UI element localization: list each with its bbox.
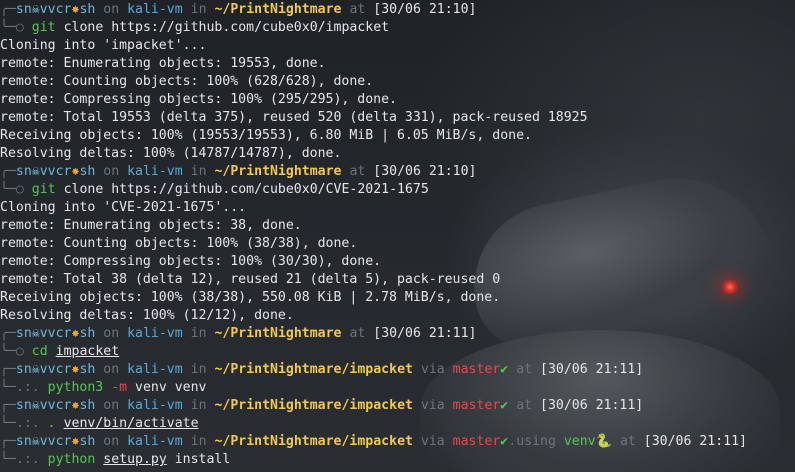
prompt-time: [30/06 21:10]	[373, 2, 477, 17]
command-line[interactable]: └─.:. python3 -m venv venv	[0, 379, 795, 397]
prompt-host: kali-vm	[127, 362, 183, 377]
prompt-time: [30/06 21:10]	[373, 164, 477, 179]
prompt-user: sn	[15, 2, 32, 17]
git-branch: master	[452, 434, 501, 449]
command-line[interactable]: └─.:. python setup.py install	[0, 451, 795, 469]
output-line: remote: Total 19553 (delta 375), reused …	[0, 110, 588, 125]
terminal-output[interactable]: ╭─sn☠vvcr✸sh on kali-vm in ~/PrintNightm…	[0, 0, 795, 469]
skull-icon: ☠	[31, 398, 40, 413]
prompt-marker: .:.	[15, 380, 40, 395]
command-args: install	[166, 452, 231, 467]
prompt-line: ╭─sn☠vvcr✸sh on kali-vm in ~/PrintNightm…	[0, 326, 477, 341]
skull-icon: ☠	[31, 164, 40, 179]
output-line: Receiving objects: 100% (38/38), 550.08 …	[0, 290, 501, 305]
snake-icon: 🐍	[595, 434, 613, 449]
prompt-path: ~/PrintNightmare/impacket	[214, 434, 413, 449]
command-line[interactable]: ╰─○ git clone https://github.com/cube0x0…	[0, 181, 795, 199]
prompt-path: ~/PrintNightmare	[214, 2, 342, 17]
prompt-line: ╭─sn☠vvcr✸sh on kali-vm in ~/PrintNightm…	[0, 164, 477, 179]
output-line: remote: Compressing objects: 100% (30/30…	[0, 254, 382, 269]
command-name: git	[31, 182, 56, 197]
prompt-user: sn	[15, 398, 32, 413]
prompt-path: ~/PrintNightmare	[214, 164, 342, 179]
git-branch: master	[452, 398, 501, 413]
skull-icon: ☠	[31, 2, 40, 17]
prompt-marker: ○	[15, 344, 24, 359]
output-line: remote: Counting objects: 100% (38/38), …	[0, 236, 358, 251]
prompt-user: sn	[15, 362, 32, 377]
prompt-time: [30/06 21:11]	[540, 398, 644, 413]
prompt-line: ┌─sn☠vvcr✸sh on kali-vm in ~/PrintNightm…	[0, 398, 644, 413]
output-line: remote: Enumerating objects: 19553, done…	[0, 56, 326, 71]
skull-icon: ☠	[31, 362, 40, 377]
command-name: git	[31, 20, 56, 35]
prompt-host: kali-vm	[127, 434, 183, 449]
command-args: venv venv	[127, 380, 207, 395]
prompt-user: sn	[15, 326, 32, 341]
output-line: Cloning into 'CVE-2021-1675'...	[0, 200, 247, 215]
command-line[interactable]: └─.:. . venv/bin/activate	[0, 415, 795, 433]
command-line[interactable]: ╰─○ git clone https://github.com/cube0x0…	[0, 19, 795, 37]
command-line[interactable]: ╰─○ cd impacket	[0, 343, 795, 361]
output-line: Resolving deltas: 100% (12/12), done.	[0, 308, 294, 323]
command-name: cd	[31, 344, 48, 359]
prompt-time: [30/06 21:11]	[540, 362, 644, 377]
prompt-line: ╭─sn☠vvcr✸sh on kali-vm in ~/PrintNightm…	[0, 2, 477, 17]
output-line: Cloning into 'impacket'...	[0, 38, 207, 53]
prompt-user: sn	[15, 164, 32, 179]
prompt-line: ┌─sn☠vvcr✸sh on kali-vm in ~/PrintNightm…	[0, 362, 644, 377]
command-path-arg: venv/bin/activate	[63, 416, 199, 431]
output-line: remote: Counting objects: 100% (628/628)…	[0, 74, 374, 89]
output-line: Receiving objects: 100% (19553/19553), 6…	[0, 128, 532, 143]
command-flag: -m	[111, 380, 128, 395]
skull-icon: ☠	[31, 434, 40, 449]
prompt-path: ~/PrintNightmare/impacket	[214, 398, 413, 413]
prompt-host: kali-vm	[127, 2, 183, 17]
output-line: Resolving deltas: 100% (14787/14787), do…	[0, 146, 342, 161]
prompt-time: [30/06 21:11]	[373, 326, 477, 341]
prompt-time: [30/06 21:11]	[643, 434, 747, 449]
prompt-marker: ○	[15, 20, 24, 35]
output-line: remote: Total 38 (delta 12), reused 21 (…	[0, 272, 501, 287]
command-path-arg: impacket	[55, 344, 120, 359]
skull-icon: ☠	[31, 326, 40, 341]
venv-name: venv	[563, 434, 596, 449]
prompt-line: ┌─sn☠vvcr✸sh on kali-vm in ~/PrintNightm…	[0, 434, 747, 449]
command-path-arg: setup.py	[103, 452, 167, 467]
prompt-host: kali-vm	[127, 326, 183, 341]
command-name: .	[47, 416, 56, 431]
output-line: remote: Enumerating objects: 38, done.	[0, 218, 302, 233]
prompt-path: ~/PrintNightmare	[214, 326, 342, 341]
command-name: python3	[47, 380, 104, 395]
command-args: clone https://github.com/cube0x0/CVE-202…	[55, 182, 429, 197]
command-name: python	[47, 452, 96, 467]
prompt-marker: .:.	[15, 416, 40, 431]
prompt-path: ~/PrintNightmare/impacket	[214, 362, 413, 377]
prompt-marker: ○	[15, 182, 24, 197]
command-args: clone https://github.com/cube0x0/impacke…	[55, 20, 390, 35]
prompt-host: kali-vm	[127, 398, 183, 413]
prompt-marker: .:.	[15, 452, 40, 467]
prompt-user: sn	[15, 434, 32, 449]
git-branch: master	[452, 362, 501, 377]
prompt-host: kali-vm	[127, 164, 183, 179]
output-line: remote: Compressing objects: 100% (295/2…	[0, 92, 397, 107]
